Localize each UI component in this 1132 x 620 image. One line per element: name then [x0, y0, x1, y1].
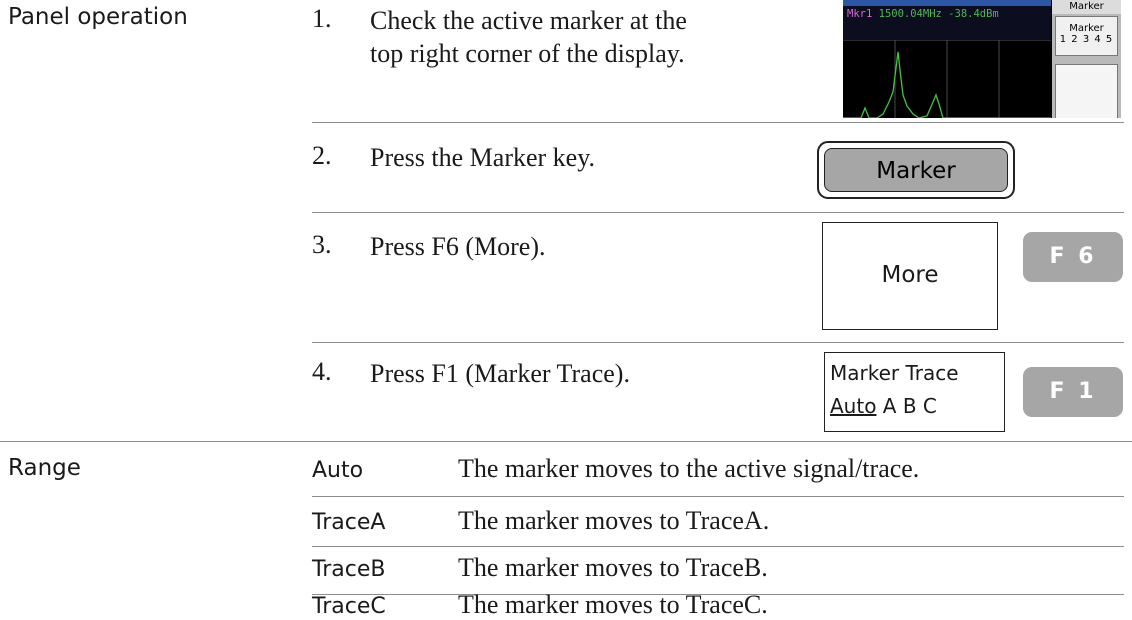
screen-softkey-panel: Marker Marker 1 2 3 4 5: [1052, 0, 1121, 118]
marker-trace-option-auto: Auto: [830, 394, 877, 418]
divider: [312, 546, 1124, 547]
step-3-number: 3.: [312, 230, 332, 259]
range-item-key: TraceC: [312, 594, 386, 619]
panel-operation-label: Panel operation: [8, 4, 188, 30]
range-item-desc: The marker moves to TraceB.: [458, 553, 768, 582]
step-3-text: Press F6 (More).: [370, 232, 546, 261]
divider: [312, 342, 1124, 343]
step-2-text: Press the Marker key.: [370, 143, 596, 172]
screen-next-softkey: [1055, 64, 1118, 118]
range-label: Range: [8, 455, 81, 481]
marker-key-label: Marker: [824, 148, 1008, 192]
step-1-line-2: top right corner of the display.: [370, 39, 685, 68]
screen-marker-softkey-label: Marker: [1069, 23, 1104, 34]
screen-marker-softkey-numbers: 1 2 3 4 5: [1059, 34, 1114, 45]
step-1-number: 1.: [312, 4, 332, 33]
marker-trace-softkey-options: Auto A B C: [830, 390, 1004, 423]
step-4-number: 4.: [312, 357, 332, 386]
marker-trace-option-abc: A B C: [876, 394, 937, 418]
divider: [312, 496, 1124, 497]
section-divider: [0, 441, 1132, 442]
divider: [312, 212, 1124, 213]
marker-readout-frequency: 1500.04MHz: [878, 8, 942, 20]
marker-readout-label: Mkr1: [847, 8, 873, 20]
marker-readout: Mkr1 1500.04MHz -38.4dBm: [847, 8, 999, 20]
analyzer-screen-thumbnail: Mkr1 1500.04MHz -38.4dBm Marker Marker 1…: [843, 0, 1121, 118]
step-1-text: Check the active marker at the top right…: [370, 4, 687, 70]
f6-key[interactable]: F 6: [1023, 232, 1123, 282]
range-item-desc: The marker moves to the active signal/tr…: [458, 454, 920, 483]
range-item-desc: The marker moves to TraceC.: [458, 590, 768, 619]
range-item-key: Auto: [312, 458, 364, 483]
divider: [312, 122, 1124, 123]
step-1-line-1: Check the active marker at the: [370, 6, 687, 35]
more-softkey[interactable]: More: [822, 222, 998, 330]
f1-key[interactable]: F 1: [1023, 367, 1123, 417]
marker-trace-softkey[interactable]: Marker Trace Auto A B C: [824, 352, 1005, 432]
marker-trace-softkey-title: Marker Trace: [830, 361, 959, 385]
range-item-desc: The marker moves to TraceA.: [458, 506, 770, 535]
range-item-key: TraceB: [312, 557, 386, 582]
range-item-key: TraceA: [312, 510, 386, 535]
spectrum-trace: [843, 40, 1051, 118]
marker-readout-level: -38.4dBm: [948, 8, 999, 20]
screen-readout-bar: [843, 0, 1051, 40]
step-2-number: 2.: [312, 141, 332, 170]
marker-key[interactable]: Marker: [817, 141, 1015, 199]
screen-marker-softkey: Marker 1 2 3 4 5: [1055, 16, 1118, 56]
screen-title-bar: [843, 0, 1051, 6]
screen-softkey-title: Marker: [1052, 0, 1121, 14]
step-4-text: Press F1 (Marker Trace).: [370, 359, 630, 388]
